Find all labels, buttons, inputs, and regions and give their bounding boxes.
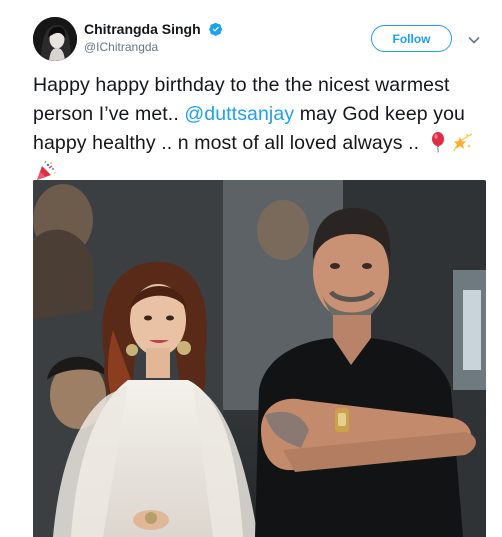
- tweet-photo[interactable]: [33, 180, 486, 537]
- avatar-image: [33, 17, 77, 61]
- party-popper-icon: [37, 160, 57, 180]
- handle[interactable]: @IChitrangda: [84, 40, 158, 54]
- avatar[interactable]: [33, 17, 77, 61]
- mention-link[interactable]: @duttsanjay: [184, 103, 294, 125]
- verified-badge-icon: [208, 22, 222, 36]
- balloon-icon: [431, 132, 444, 153]
- follow-button[interactable]: Follow: [371, 25, 452, 52]
- photo-image: [33, 180, 486, 537]
- tweet-text: Happy happy birthday to the the nicest w…: [33, 71, 483, 187]
- chevron-down-icon[interactable]: [467, 33, 481, 47]
- display-name-text: Chitrangda Singh: [84, 21, 201, 37]
- tweet-card: Chitrangda Singh @IChitrangda Follow Hap…: [0, 0, 502, 537]
- dizzy-star-icon: [453, 133, 473, 152]
- display-name[interactable]: Chitrangda Singh: [84, 21, 223, 37]
